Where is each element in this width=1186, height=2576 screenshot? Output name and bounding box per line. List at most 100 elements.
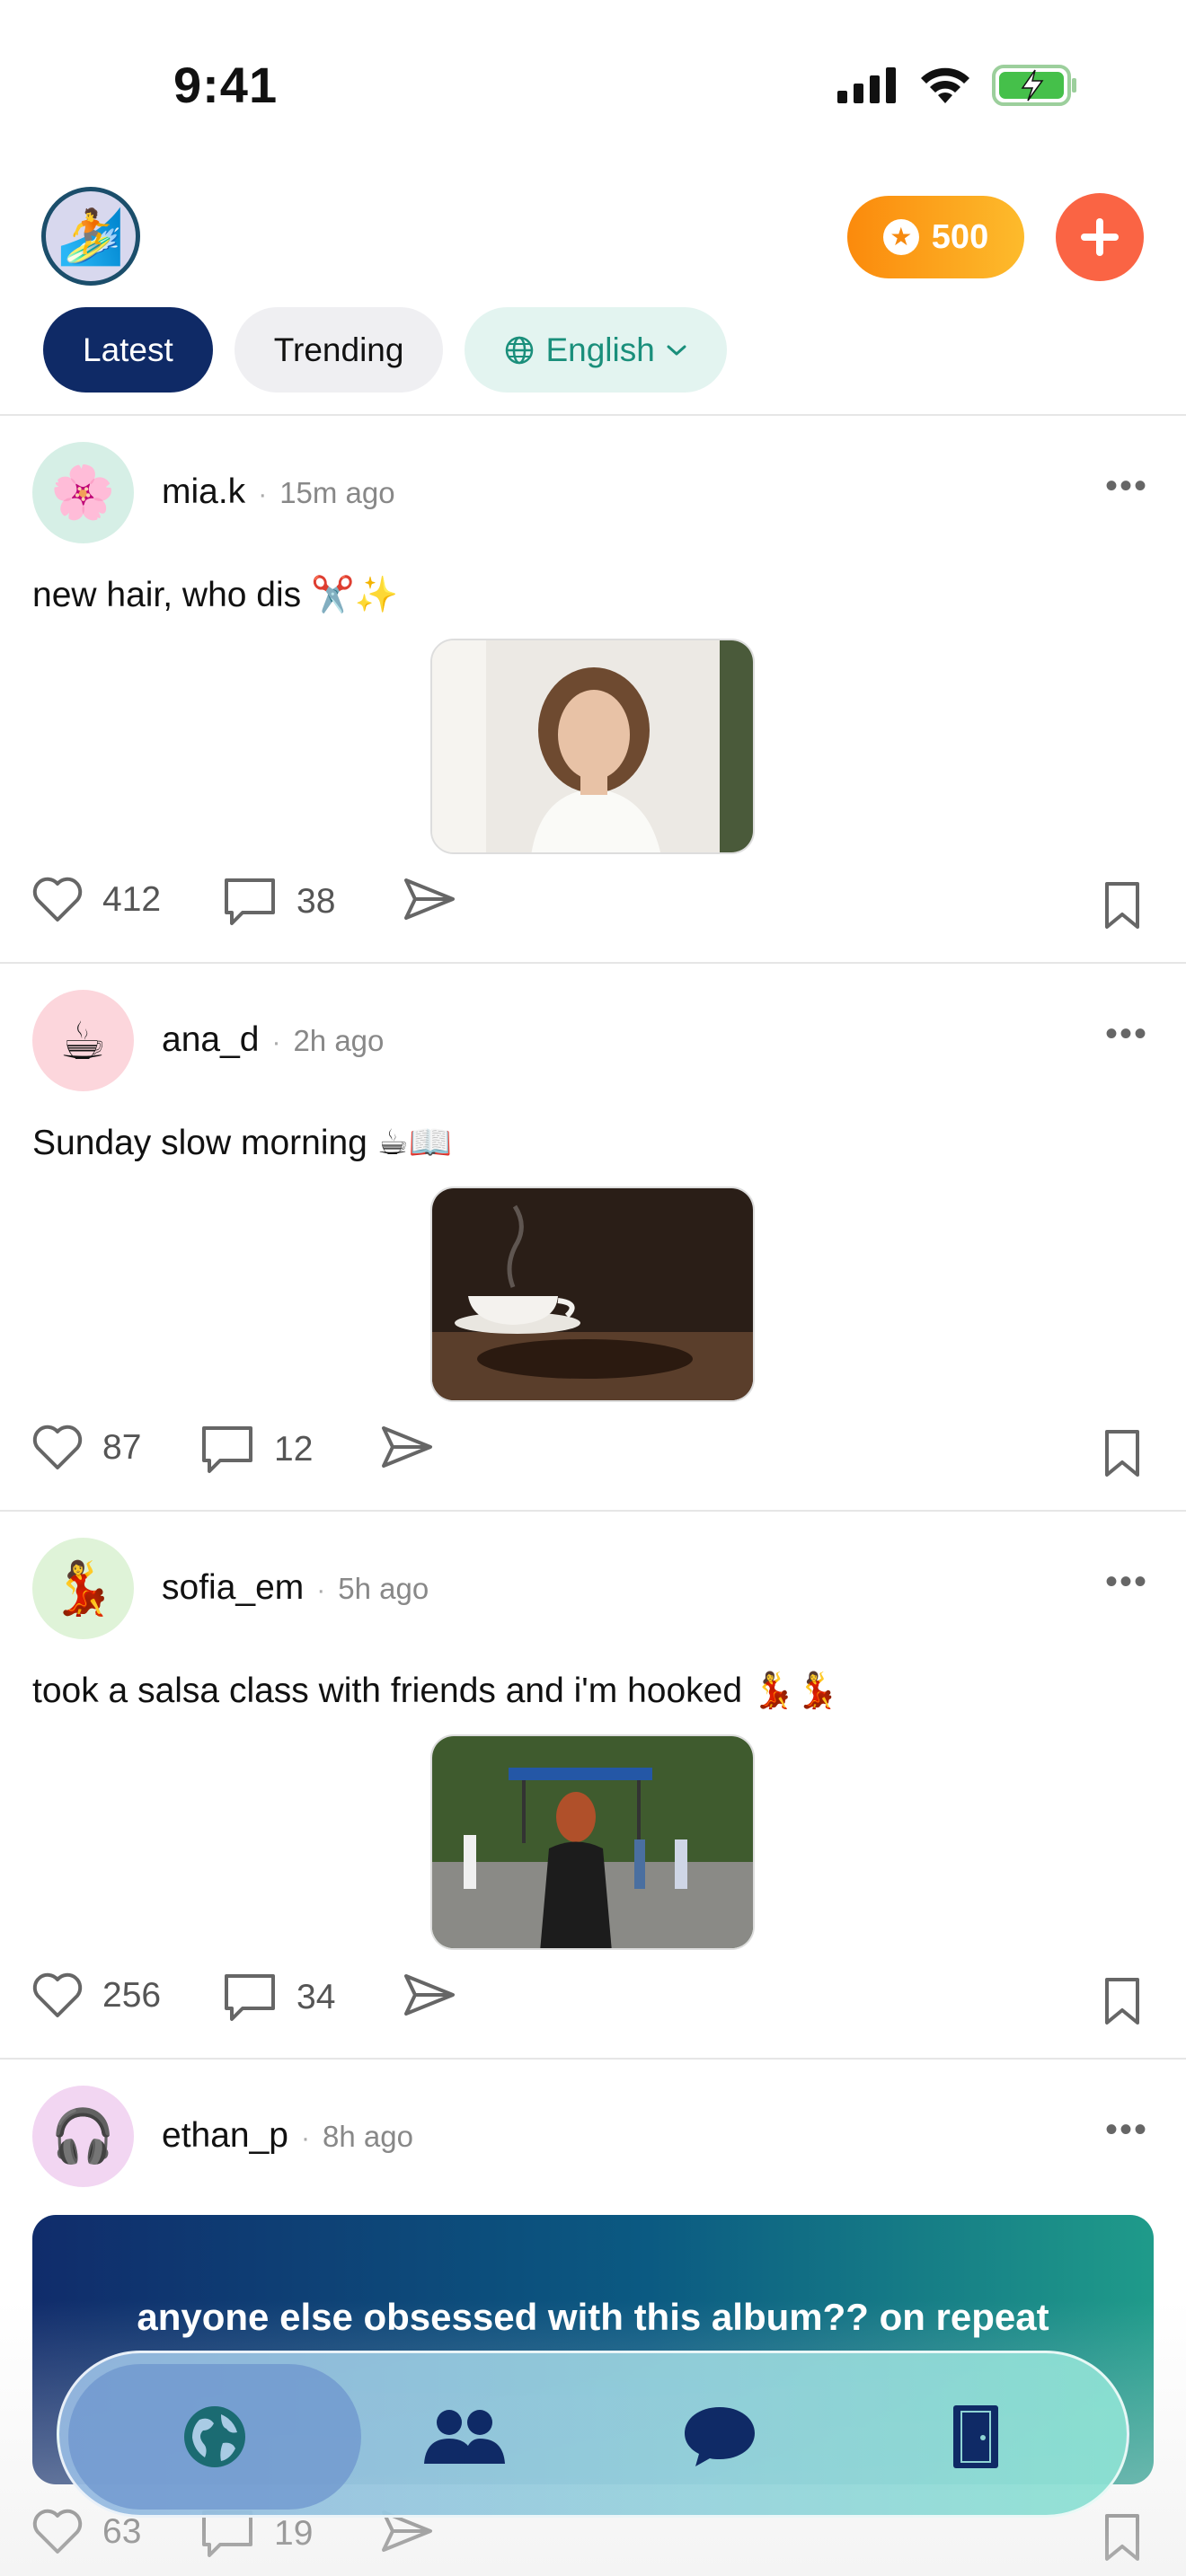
like-button[interactable]: 87 <box>32 1425 141 1471</box>
tab-latest[interactable]: Latest <box>43 307 213 393</box>
signal-icon <box>837 67 896 103</box>
post-header: ethan_p · 8h ago <box>162 2116 413 2155</box>
nav-explore[interactable] <box>68 2364 361 2510</box>
share-button[interactable] <box>380 1425 434 1469</box>
nav-friends[interactable] <box>392 2364 535 2510</box>
avatar-emoji: 💃 <box>50 1558 116 1618</box>
like-count: 87 <box>102 1428 142 1467</box>
status-time: 9:41 <box>173 57 279 113</box>
bookmark-button[interactable] <box>1103 1428 1141 1483</box>
post-header: sofia_em · 5h ago <box>162 1568 429 1607</box>
heart-icon <box>32 1972 83 2017</box>
dance-class-photo <box>432 1736 753 1948</box>
avatar-emoji: 🎧 <box>50 2106 116 2166</box>
bookmark-button[interactable] <box>1103 1976 1141 2031</box>
portrait-photo <box>432 640 753 852</box>
like-button[interactable]: 256 <box>32 1972 161 2019</box>
chevron-down-icon <box>667 345 686 355</box>
bookmark-icon <box>1105 2514 1139 2561</box>
nav-messages[interactable] <box>648 2364 792 2510</box>
post-time: 2h ago <box>293 1024 385 1057</box>
coffee-photo <box>432 1188 753 1400</box>
post-photo[interactable] <box>430 639 755 854</box>
comment-count: 19 <box>274 2514 314 2553</box>
post-caption: new hair, who dis ✂️✨ <box>32 576 399 614</box>
share-button[interactable] <box>403 1972 456 2017</box>
heart-icon <box>32 2509 83 2554</box>
post-avatar[interactable]: 🎧 <box>32 2086 134 2187</box>
comment-count: 34 <box>296 1978 336 2016</box>
wifi-icon <box>921 67 969 103</box>
heart-icon <box>32 877 83 922</box>
post-username[interactable]: mia.k <box>162 472 245 511</box>
comment-count: 38 <box>296 882 336 921</box>
bookmark-button[interactable] <box>1103 2512 1141 2567</box>
post-caption: Sunday slow morning ☕📖 <box>32 1124 453 1162</box>
post-username[interactable]: ana_d <box>162 1020 259 1059</box>
post-caption: took a salsa class with friends and i'm … <box>32 1672 839 1710</box>
post-avatar[interactable]: 🌸 <box>32 442 134 543</box>
post-actions: 63 19 <box>32 2509 1154 2572</box>
more-options-icon[interactable]: ••• <box>1105 1562 1148 1602</box>
like-button[interactable]: 412 <box>32 877 161 923</box>
avatar-emoji: ☕ <box>59 1011 107 1071</box>
more-options-icon[interactable]: ••• <box>1105 466 1148 507</box>
door-icon <box>953 2405 998 2468</box>
post-username[interactable]: sofia_em <box>162 1568 304 1607</box>
post-header: ana_d · 2h ago <box>162 1020 385 1059</box>
nav-rooms[interactable] <box>904 2364 1048 2510</box>
tab-latest-label: Latest <box>83 331 173 368</box>
send-icon <box>404 878 455 920</box>
avatar-emoji: 🏄 <box>57 206 125 267</box>
comment-count: 12 <box>274 1430 314 1469</box>
share-button[interactable] <box>403 877 456 922</box>
people-icon <box>424 2410 505 2464</box>
more-options-icon[interactable]: ••• <box>1105 2110 1148 2150</box>
add-post-button[interactable] <box>1056 193 1144 281</box>
bookmark-icon <box>1105 1978 1139 2025</box>
tab-trending-label: Trending <box>273 331 404 368</box>
coins-value: 500 <box>931 217 989 256</box>
profile-avatar[interactable]: 🏄 <box>41 187 140 286</box>
bookmark-icon <box>1105 1430 1139 1477</box>
language-select[interactable]: English <box>465 307 727 393</box>
comment-icon <box>225 1974 275 2021</box>
post-header: mia.k · 15m ago <box>162 472 395 511</box>
post-actions: 412 38 <box>32 877 1154 940</box>
post-actions: 256 34 <box>32 1972 1154 2035</box>
send-icon <box>382 1426 432 1468</box>
post-actions: 87 12 <box>32 1425 1154 1487</box>
post-time: 8h ago <box>322 2120 413 2153</box>
star-icon: ★ <box>882 219 919 255</box>
post-username[interactable]: ethan_p <box>162 2116 288 2155</box>
send-icon <box>404 1974 455 2016</box>
like-count: 63 <box>102 2512 142 2551</box>
bookmark-button[interactable] <box>1103 880 1141 935</box>
post-avatar[interactable]: 💃 <box>32 1538 134 1639</box>
bottom-nav <box>57 2351 1129 2518</box>
plus-icon <box>1081 218 1119 256</box>
tab-trending[interactable]: Trending <box>234 307 444 393</box>
bookmark-icon <box>1105 882 1139 929</box>
status-icons <box>837 65 1078 106</box>
more-options-icon[interactable]: ••• <box>1105 1014 1148 1054</box>
post-card: 💃 sofia_em · 5h ago ••• took a salsa class… <box>0 1510 1186 2058</box>
language-label: English <box>545 331 655 368</box>
like-count: 412 <box>102 880 162 919</box>
avatar-emoji: 🌸 <box>50 463 116 522</box>
post-photo[interactable] <box>430 1187 755 1402</box>
comment-button[interactable]: 38 <box>223 877 335 927</box>
post-caption: anyone else obsessed with this album?? o… <box>137 2296 1049 2338</box>
post-time: 15m ago <box>279 476 395 509</box>
chat-icon <box>685 2407 755 2466</box>
post-photo[interactable] <box>430 1734 755 1950</box>
heart-icon <box>32 1425 83 1469</box>
feed-tabs: Latest Trending English <box>43 307 727 393</box>
like-count: 256 <box>102 1976 162 2015</box>
post-card: 🌸 mia.k · 15m ago ••• new hair, who dis ✂️… <box>0 414 1186 962</box>
comment-button[interactable]: 12 <box>200 1425 313 1475</box>
comment-button[interactable]: 34 <box>223 1972 335 2023</box>
coins-badge[interactable]: ★ 500 <box>847 196 1024 278</box>
post-card: ☕ ana_d · 2h ago ••• Sunday slow morning ☕… <box>0 962 1186 1510</box>
post-avatar[interactable]: ☕ <box>32 990 134 1091</box>
